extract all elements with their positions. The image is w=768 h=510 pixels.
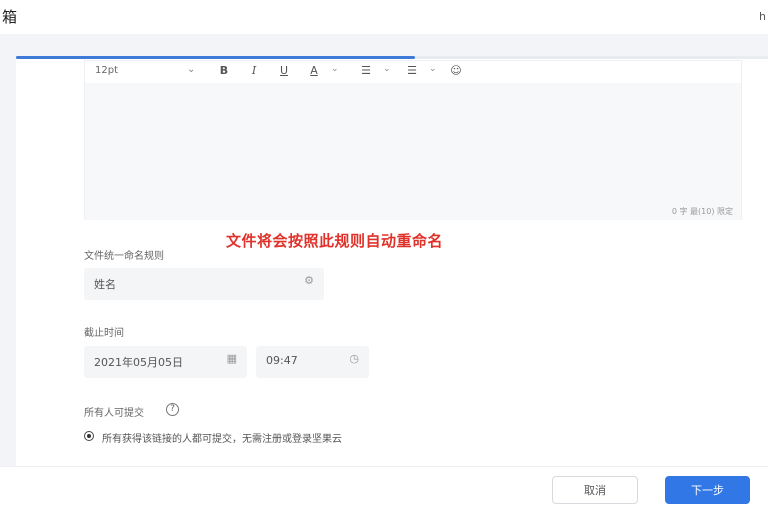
chevron-down-icon[interactable]: ⌄ — [331, 64, 339, 74]
italic-button[interactable]: I — [247, 64, 261, 77]
deadline-label: 截止时间 — [84, 328, 124, 339]
top-right-text: h — [759, 10, 766, 23]
progress-fill — [16, 56, 415, 59]
submitters-label: 所有人可提交 — [84, 408, 144, 419]
editor-text-area[interactable] — [85, 83, 741, 220]
font-color-button[interactable]: A — [307, 64, 321, 77]
submit-option-radio[interactable] — [84, 431, 94, 441]
emoji-icon[interactable]: ☺ — [449, 64, 463, 77]
submit-option-text[interactable]: 所有获得该链接的人都可提交，无需注册或登录坚果云 — [102, 430, 342, 445]
editor-toolbar: 12pt ⌄ B I U A ⌄ ☰ ⌄ ☰ ⌄ ☺ — [85, 61, 741, 83]
character-counter: 0 字 最(10) 限定 — [671, 207, 733, 216]
progress-track — [16, 56, 768, 59]
deadline-time-field[interactable]: 09:47 ◷ — [256, 346, 369, 378]
next-step-button[interactable]: 下一步 — [665, 476, 750, 504]
chevron-down-icon[interactable]: ⌄ — [429, 64, 437, 74]
font-size-select[interactable]: 12pt — [95, 65, 118, 76]
question-circle-icon[interactable]: ? — [166, 403, 179, 416]
calendar-icon[interactable]: ▦ — [227, 352, 237, 365]
clock-icon[interactable]: ◷ — [349, 352, 359, 365]
rich-text-editor: 12pt ⌄ B I U A ⌄ ☰ ⌄ ☰ ⌄ ☺ 0 字 最(10) 限定 — [84, 60, 742, 220]
bullet-list-button[interactable]: ☰ — [359, 64, 373, 77]
window-title: 箱 — [2, 8, 18, 26]
underline-button[interactable]: U — [277, 64, 291, 77]
naming-rule-label: 文件统一命名规则 — [84, 251, 164, 262]
bold-button[interactable]: B — [217, 64, 231, 77]
chevron-down-icon[interactable]: ⌄ — [383, 64, 391, 74]
deadline-time-value: 09:47 — [266, 354, 298, 367]
naming-rule-value: 姓名 — [94, 278, 116, 291]
numbered-list-button[interactable]: ☰ — [405, 64, 419, 77]
chevron-down-icon[interactable]: ⌄ — [187, 64, 195, 75]
top-bar: 箱 h — [0, 0, 768, 34]
gear-icon[interactable]: ⚙ — [304, 274, 314, 287]
deadline-date-field[interactable]: 2021年05月05日 ▦ — [84, 346, 247, 378]
cancel-button[interactable]: 取消 — [552, 476, 638, 504]
annotation-text: 文件将会按照此规则自动重命名 — [226, 232, 444, 250]
naming-rule-field[interactable]: 姓名 ⚙ — [84, 268, 324, 300]
deadline-date-value: 2021年05月05日 — [94, 356, 183, 369]
dialog-footer: 取消 下一步 — [0, 466, 768, 510]
